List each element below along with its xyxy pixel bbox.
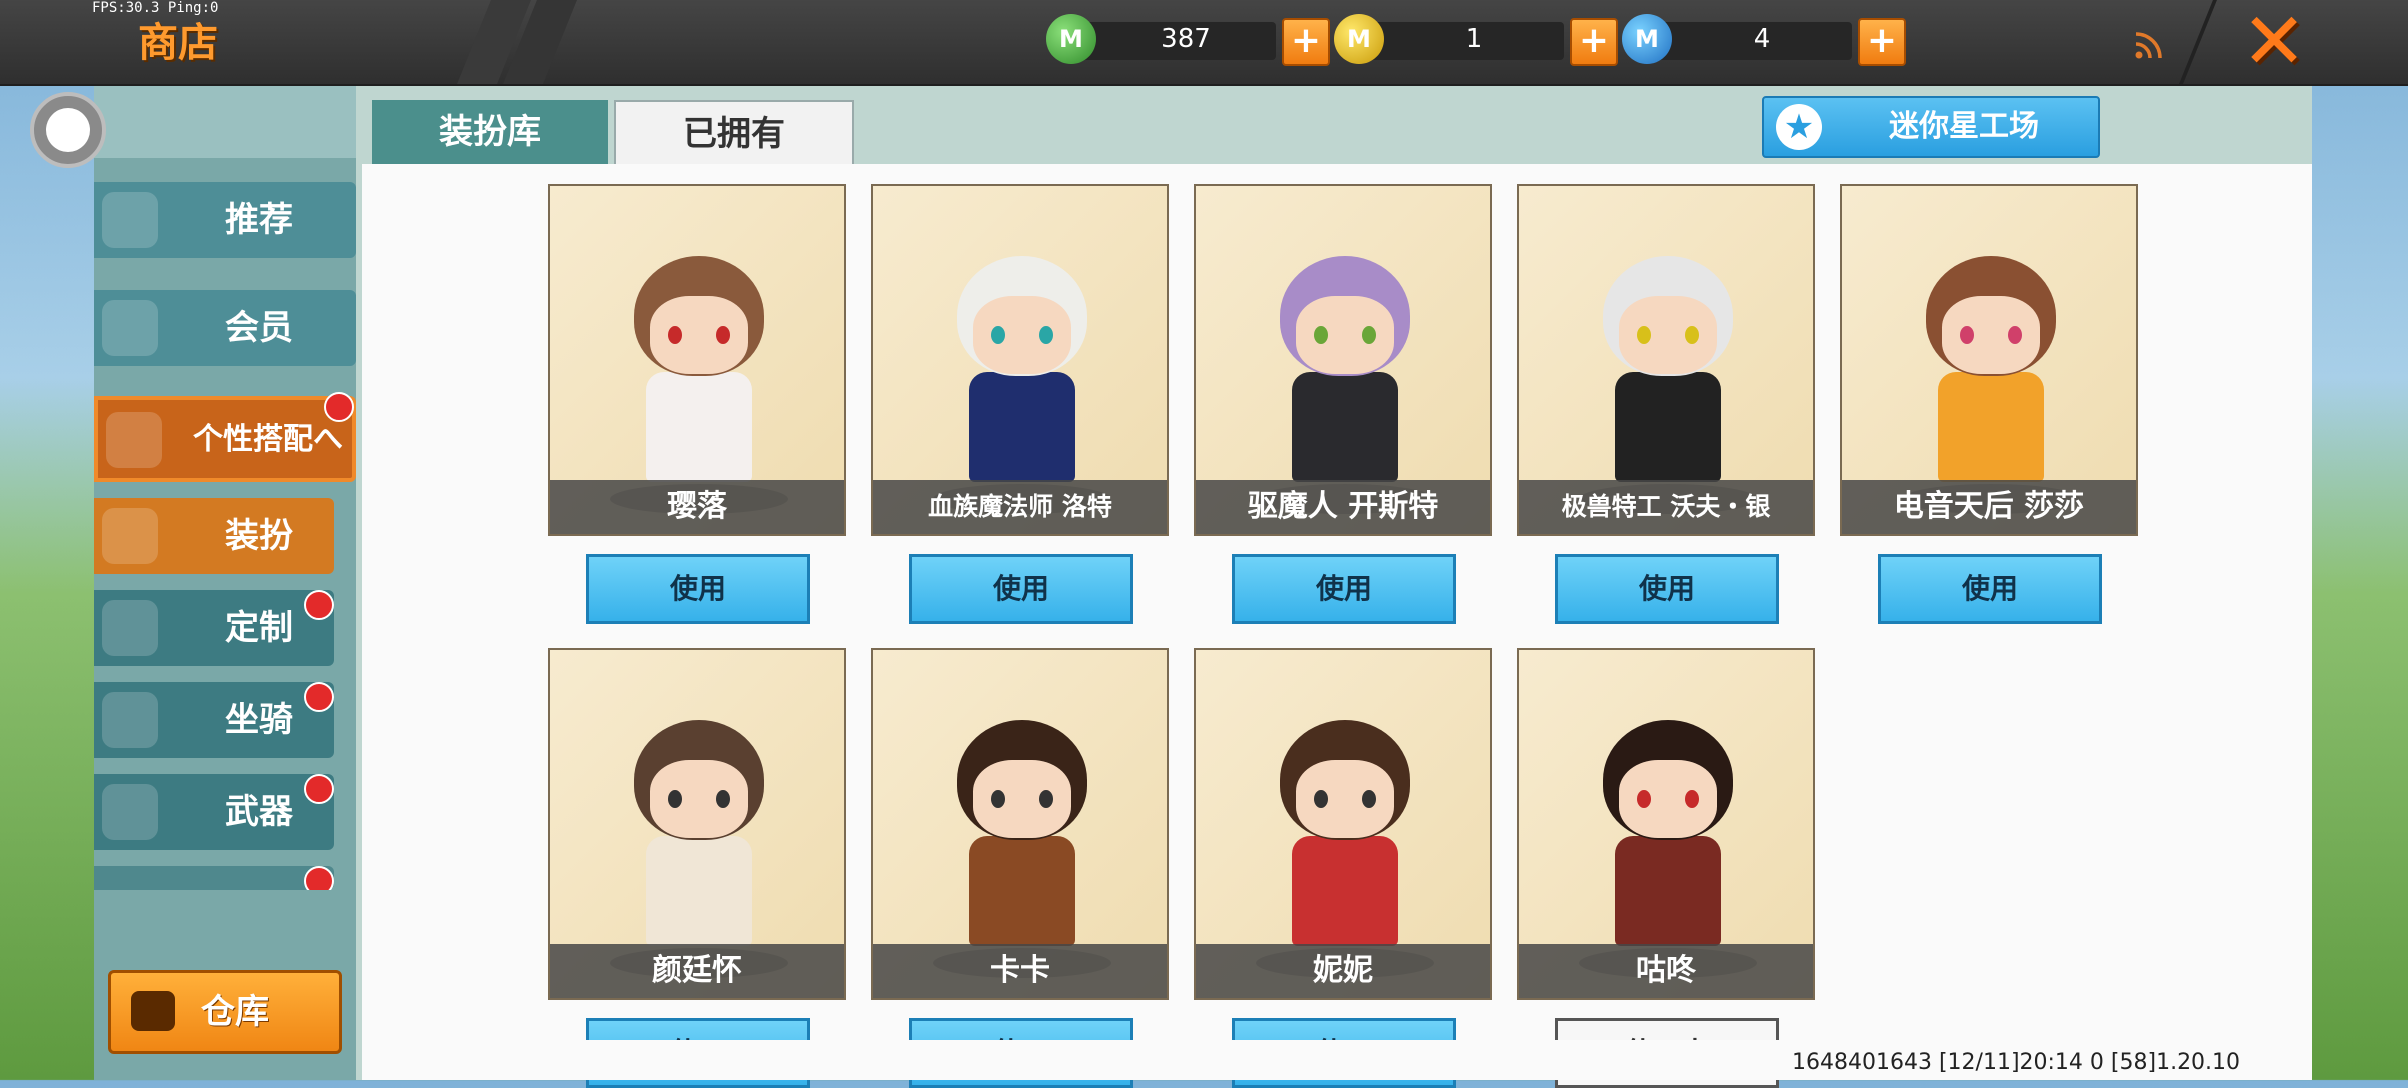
costume-card[interactable]: 卡卡 (871, 648, 1169, 1000)
costume-card[interactable]: 颜廷怀 (548, 648, 846, 1000)
sidebar-item-vip[interactable]: 会员 (94, 290, 356, 366)
rss-icon[interactable] (2134, 30, 2164, 60)
costume-name: 极兽特工 沃夫・银 (1519, 480, 1813, 534)
green-gem-coin-icon: M (1046, 14, 1096, 64)
star-icon: ★ (1776, 104, 1822, 150)
chest-icon (131, 991, 175, 1031)
floating-menu-button[interactable] (30, 92, 106, 168)
costume-name: 驱魔人 开斯特 (1196, 480, 1490, 534)
costume-card[interactable]: 璎落 (548, 184, 846, 536)
notification-dot (324, 392, 354, 422)
notification-dot (304, 590, 334, 620)
costume-card[interactable]: 极兽特工 沃夫・银 (1517, 184, 1815, 536)
warehouse-label: 仓库 (201, 992, 269, 1032)
costume-card[interactable]: 妮妮 (1194, 648, 1492, 1000)
costume-name: 妮妮 (1196, 944, 1490, 998)
mini-workshop-button[interactable]: ★ 迷你星工场 (1762, 96, 2100, 158)
sidebar-item-label: 推荐 (225, 200, 293, 240)
gun-icon (102, 784, 158, 840)
costume-card[interactable]: 电音天后 莎莎 (1840, 184, 2138, 536)
build-info: 1648401643 [12/11]20:14 0 [58]1.20.10 (1792, 1050, 2241, 1075)
sidebar-item-costume[interactable]: 装扮 (94, 498, 334, 574)
use-button[interactable]: 使用 (1878, 554, 2102, 624)
sidebar-item-recommend[interactable]: 推荐 (94, 182, 356, 258)
add-currency-button[interactable]: + (1570, 18, 1618, 66)
currency-value: 1 (1465, 24, 1483, 54)
mini-workshop-label: 迷你星工场 (1889, 109, 2039, 144)
costume-name: 电音天后 莎莎 (1842, 480, 2136, 534)
costume-card[interactable]: 血族魔法师 洛特 (871, 184, 1169, 536)
use-button[interactable]: 使用 (1555, 554, 1779, 624)
warehouse-button[interactable]: 仓库 (108, 970, 342, 1054)
use-button[interactable]: 使用 (1232, 554, 1456, 624)
sidebar-item-custom[interactable]: 定制 (94, 590, 334, 666)
page-title: 商店 (138, 20, 218, 66)
use-button[interactable]: 使用 (586, 554, 810, 624)
trophy-icon (106, 412, 162, 468)
mount-icon (102, 692, 158, 748)
use-button[interactable]: 使用 (909, 554, 1133, 624)
blue-coin-icon: M (1622, 14, 1672, 64)
currency-value: 4 (1753, 24, 1771, 54)
costume-name: 咕咚 (1519, 944, 1813, 998)
costume-name: 卡卡 (873, 944, 1167, 998)
sidebar-item-label: 会员 (225, 308, 293, 348)
add-currency-button[interactable]: + (1858, 18, 1906, 66)
notification-dot (304, 774, 334, 804)
costume-name: 璎落 (550, 480, 844, 534)
sidebar-item-label: 装扮 (225, 516, 293, 556)
gold-coin-icon: M (1334, 14, 1384, 64)
shirt-icon (102, 508, 158, 564)
close-button[interactable]: ✕ (2236, 3, 2312, 81)
costume-card[interactable]: 驱魔人 开斯特 (1194, 184, 1492, 536)
sidebar-item-personal-style[interactable]: 个性搭配へ (94, 396, 356, 482)
vip-icon (102, 300, 158, 356)
sidebar-item-partial[interactable] (94, 866, 334, 890)
costume-name: 颜廷怀 (550, 944, 844, 998)
thumbs-up-icon (102, 192, 158, 248)
currency-value: 387 (1161, 24, 1211, 54)
pencil-icon (102, 600, 158, 656)
sidebar-header (94, 86, 356, 158)
sidebar-item-mount[interactable]: 坐骑 (94, 682, 334, 758)
notification-dot (304, 682, 334, 712)
sidebar-item-weapon[interactable]: 武器 (94, 774, 334, 850)
add-currency-button[interactable]: + (1282, 18, 1330, 66)
costume-card[interactable]: 咕咚 (1517, 648, 1815, 1000)
tab-owned[interactable]: 已拥有 (614, 100, 854, 166)
tab-costume-library[interactable]: 装扮库 (372, 100, 608, 164)
costume-name: 血族魔法师 洛特 (873, 480, 1167, 534)
